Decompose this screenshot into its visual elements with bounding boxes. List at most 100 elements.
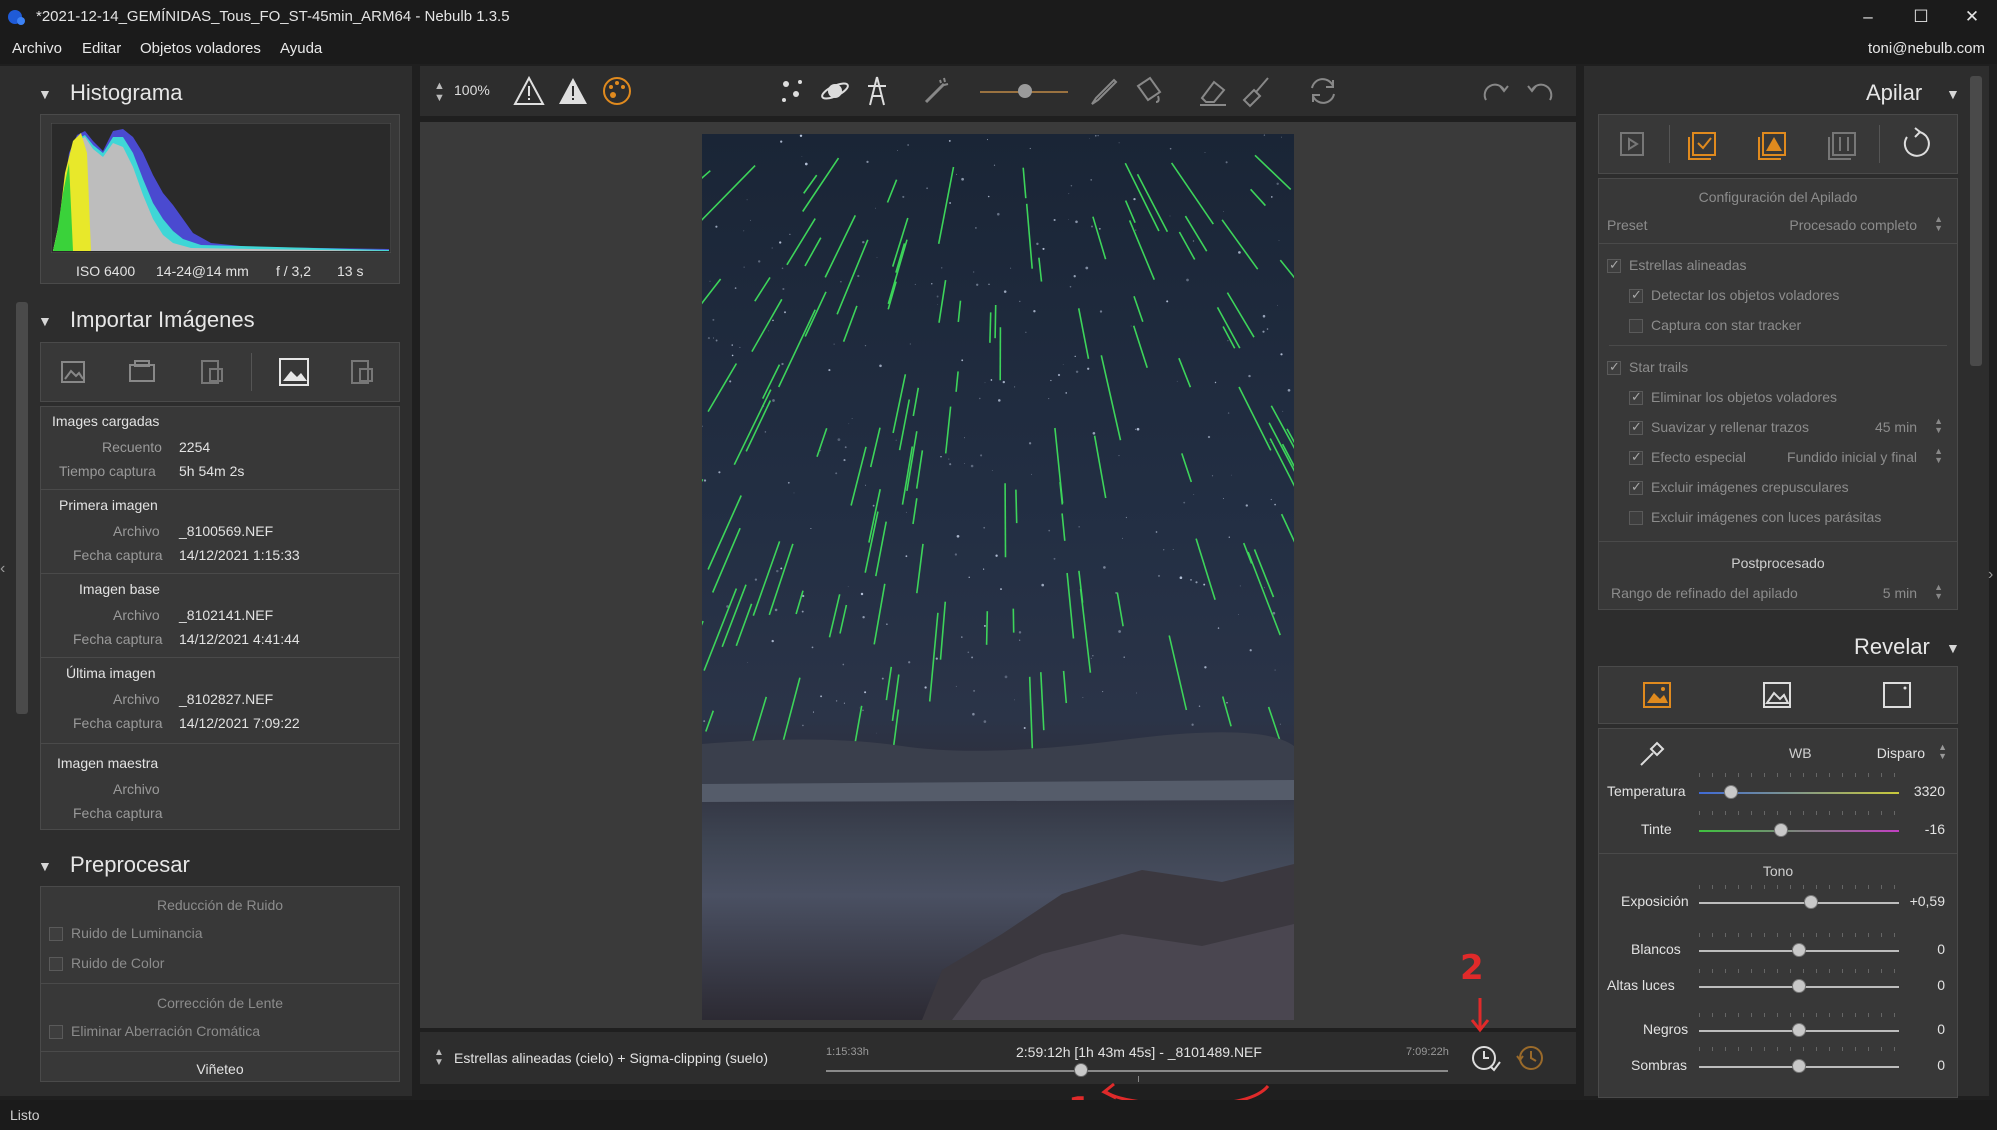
palette-icon[interactable] — [600, 74, 634, 108]
zoom-value[interactable]: 100% — [454, 82, 490, 98]
color-noise-checkbox[interactable] — [49, 957, 63, 971]
close-button[interactable]: ✕ — [1944, 0, 1997, 34]
minimize-button[interactable]: – — [1840, 0, 1896, 34]
warning-outline-icon[interactable] — [512, 74, 546, 108]
stack-warning-icon[interactable] — [1757, 127, 1791, 161]
import-master-icon[interactable] — [347, 357, 377, 387]
whites-thumb[interactable] — [1792, 943, 1806, 957]
collapse-left-icon[interactable]: ‹ — [0, 560, 8, 600]
collapse-stack-icon[interactable]: ▼ — [1946, 86, 1960, 102]
user-email[interactable]: toni@nebulb.com — [1868, 40, 1985, 57]
collapse-develop-icon[interactable]: ▼ — [1946, 640, 1960, 656]
import-images-icon[interactable] — [59, 357, 89, 387]
planet-icon[interactable] — [818, 74, 852, 108]
stack-check-icon[interactable] — [1687, 127, 1721, 161]
develop-color-icon[interactable] — [1641, 679, 1673, 711]
tint-thumb[interactable] — [1774, 823, 1788, 837]
refine-stepper-icon[interactable]: ▲ ▼ — [1934, 583, 1943, 601]
timeline-thumb[interactable] — [1074, 1063, 1089, 1077]
highlights-value[interactable]: 0 — [1937, 977, 1945, 993]
blacks-thumb[interactable] — [1792, 1023, 1806, 1037]
vignette-header[interactable]: Viñeteo — [41, 1061, 399, 1077]
star-trails-checkbox[interactable] — [1607, 359, 1621, 375]
collapse-import-icon[interactable]: ▼ — [38, 313, 52, 329]
histogram-iso: ISO 6400 — [76, 263, 136, 279]
reset-stack-icon[interactable] — [1899, 127, 1933, 161]
exclude-twilight-checkbox[interactable] — [1629, 479, 1643, 495]
preset-select[interactable]: Procesado completo — [1789, 217, 1917, 233]
master-file-label: Archivo — [113, 781, 160, 797]
whites-value[interactable]: 0 — [1937, 941, 1945, 957]
warning-filled-icon[interactable] — [556, 74, 590, 108]
refine-value[interactable]: 5 min — [1883, 585, 1917, 601]
stack-mode-select[interactable]: Estrellas alineadas (cielo) + Sigma-clip… — [454, 1050, 768, 1066]
highlights-label: Altas luces — [1607, 977, 1675, 993]
broom-icon[interactable] — [1240, 74, 1274, 108]
tower-icon[interactable] — [860, 74, 894, 108]
eyedropper-icon[interactable] — [1635, 739, 1665, 769]
menu-archivo[interactable]: Archivo — [12, 40, 62, 57]
collapse-preprocess-icon[interactable]: ▼ — [38, 858, 52, 874]
tint-slider[interactable] — [1699, 830, 1899, 832]
smooth-checkbox[interactable] — [1629, 419, 1643, 435]
exposure-slider[interactable] — [1699, 902, 1899, 904]
exclude-lights-checkbox[interactable] — [1629, 511, 1643, 525]
blacks-value[interactable]: 0 — [1937, 1021, 1945, 1037]
left-scrollbar[interactable] — [16, 302, 28, 714]
chromatic-checkbox[interactable] — [49, 1025, 63, 1039]
shadows-thumb[interactable] — [1792, 1059, 1806, 1073]
import-folder-icon[interactable] — [127, 357, 157, 387]
maximize-button[interactable]: ☐ — [1893, 0, 1949, 34]
tint-value[interactable]: -16 — [1925, 821, 1945, 837]
mode-stepper-icon[interactable]: ▲ ▼ — [434, 1048, 444, 1068]
magic-wand-icon[interactable] — [920, 74, 954, 108]
smooth-stepper-icon[interactable]: ▲ ▼ — [1934, 417, 1943, 435]
brush-icon[interactable] — [1086, 74, 1120, 108]
play-icon[interactable] — [1617, 129, 1647, 159]
redo-icon[interactable] — [1478, 74, 1512, 108]
undo-icon[interactable] — [1524, 74, 1558, 108]
refresh-icon[interactable] — [1306, 74, 1340, 108]
zoom-stepper-icon[interactable]: ▲ ▼ — [434, 80, 445, 104]
wb-stepper-icon[interactable]: ▲ ▼ — [1938, 743, 1947, 761]
temp-value[interactable]: 3320 — [1914, 783, 1945, 799]
exposure-thumb[interactable] — [1804, 895, 1818, 909]
special-effect-select[interactable]: Fundido inicial y final — [1787, 449, 1917, 465]
menu-editar[interactable]: Editar — [82, 40, 121, 57]
star-dot — [970, 464, 974, 468]
star-dot — [940, 456, 942, 458]
stack-columns-icon[interactable] — [1827, 127, 1861, 161]
preset-stepper-icon[interactable]: ▲ ▼ — [1934, 215, 1943, 233]
aligned-stars-checkbox[interactable] — [1607, 257, 1621, 273]
highlights-thumb[interactable] — [1792, 979, 1806, 993]
star-dot — [1204, 152, 1206, 154]
collapse-right-icon[interactable]: › — [1988, 566, 1993, 584]
collapse-histogram-icon[interactable]: ▼ — [38, 86, 52, 102]
clock-history-icon[interactable] — [1514, 1042, 1546, 1074]
detect-flying-checkbox[interactable] — [1629, 287, 1643, 303]
clock-check-icon[interactable] — [1470, 1042, 1502, 1074]
bucket-icon[interactable] — [1130, 74, 1164, 108]
meteor-trail — [804, 291, 827, 337]
exposure-value[interactable]: +0,59 — [1910, 893, 1945, 909]
menu-objetos-voladores[interactable]: Objetos voladores — [140, 40, 261, 57]
special-effect-checkbox[interactable] — [1629, 449, 1643, 465]
develop-frame-icon[interactable] — [1881, 679, 1913, 711]
import-base-image-icon[interactable] — [277, 355, 311, 389]
shadows-value[interactable]: 0 — [1937, 1057, 1945, 1073]
smooth-value[interactable]: 45 min — [1875, 419, 1917, 435]
timeline-track[interactable] — [826, 1070, 1448, 1072]
right-scrollbar[interactable] — [1970, 76, 1982, 366]
import-darks-icon[interactable] — [197, 357, 227, 387]
eraser-icon[interactable] — [1196, 74, 1230, 108]
brush-size-thumb[interactable] — [1018, 84, 1032, 98]
menu-ayuda[interactable]: Ayuda — [280, 40, 322, 57]
wb-select[interactable]: Disparo — [1877, 745, 1925, 761]
develop-image-icon[interactable] — [1761, 679, 1793, 711]
lum-noise-checkbox[interactable] — [49, 927, 63, 941]
temp-thumb[interactable] — [1724, 785, 1738, 799]
stars-icon[interactable] — [776, 74, 810, 108]
remove-flying-checkbox[interactable] — [1629, 389, 1643, 405]
special-stepper-icon[interactable]: ▲ ▼ — [1934, 447, 1943, 465]
star-tracker-checkbox[interactable] — [1629, 319, 1643, 333]
